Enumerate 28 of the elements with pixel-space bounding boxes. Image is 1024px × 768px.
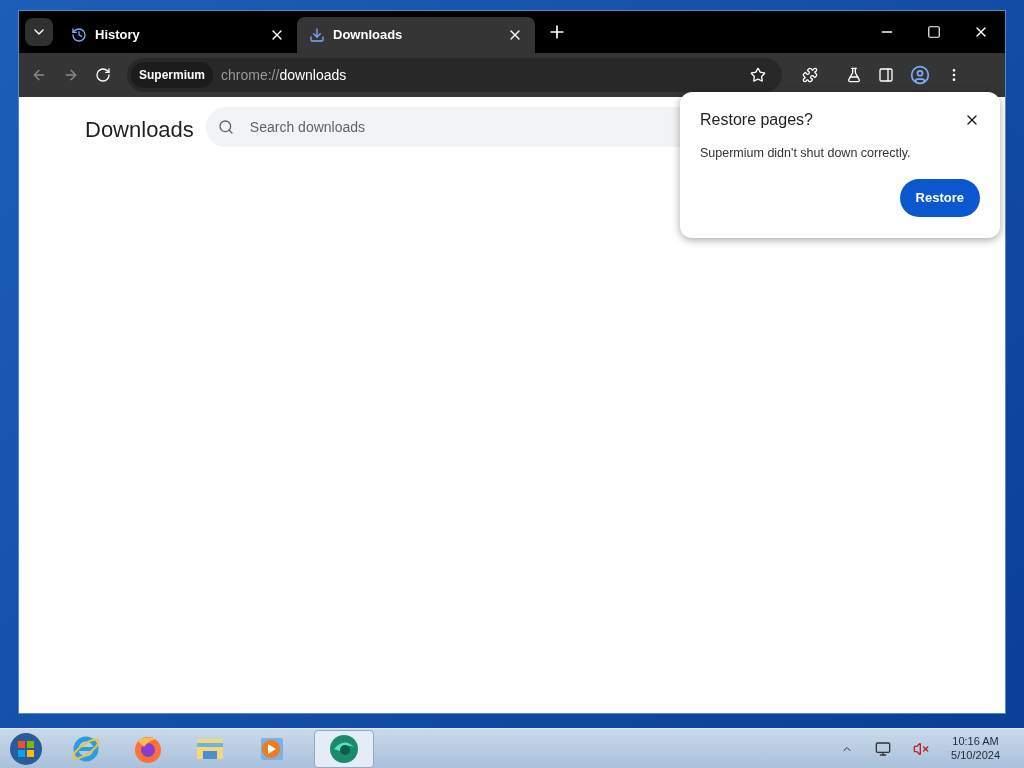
url-text: chrome://downloads (221, 65, 348, 85)
tab-title: Downloads (333, 26, 404, 45)
back-icon[interactable] (31, 67, 47, 83)
clock[interactable]: 10:16 AM 5/10/2024 (951, 734, 1000, 763)
search-icon (217, 119, 234, 135)
page-title: Downloads (85, 116, 194, 144)
network-icon[interactable] (875, 740, 892, 757)
profile-avatar-icon[interactable] (910, 65, 930, 85)
forward-icon[interactable] (63, 67, 79, 83)
restore-button[interactable]: Restore (899, 178, 980, 217)
reload-icon[interactable] (95, 67, 111, 83)
side-panel-icon[interactable] (878, 67, 894, 83)
download-icon (309, 27, 325, 43)
browser-tab[interactable]: Downloads (297, 17, 535, 53)
maximize-icon[interactable] (927, 25, 941, 39)
tab-search-button[interactable] (25, 18, 53, 46)
taskbar-app[interactable] (314, 729, 374, 768)
address-bar[interactable]: Supermium chrome://downloads (127, 58, 782, 92)
muted-speaker-icon[interactable] (913, 740, 930, 757)
flask-icon[interactable] (846, 67, 862, 83)
dialog-message: Supermium didn't shut down correctly. (700, 145, 912, 162)
app-logo-icon (328, 732, 360, 765)
star-icon[interactable] (750, 67, 766, 83)
start-orb-icon[interactable] (8, 730, 44, 767)
tab-title: History (95, 26, 141, 45)
site-chip[interactable]: Supermium (131, 62, 213, 88)
puzzle-icon[interactable] (802, 67, 818, 83)
history-icon (71, 27, 87, 43)
